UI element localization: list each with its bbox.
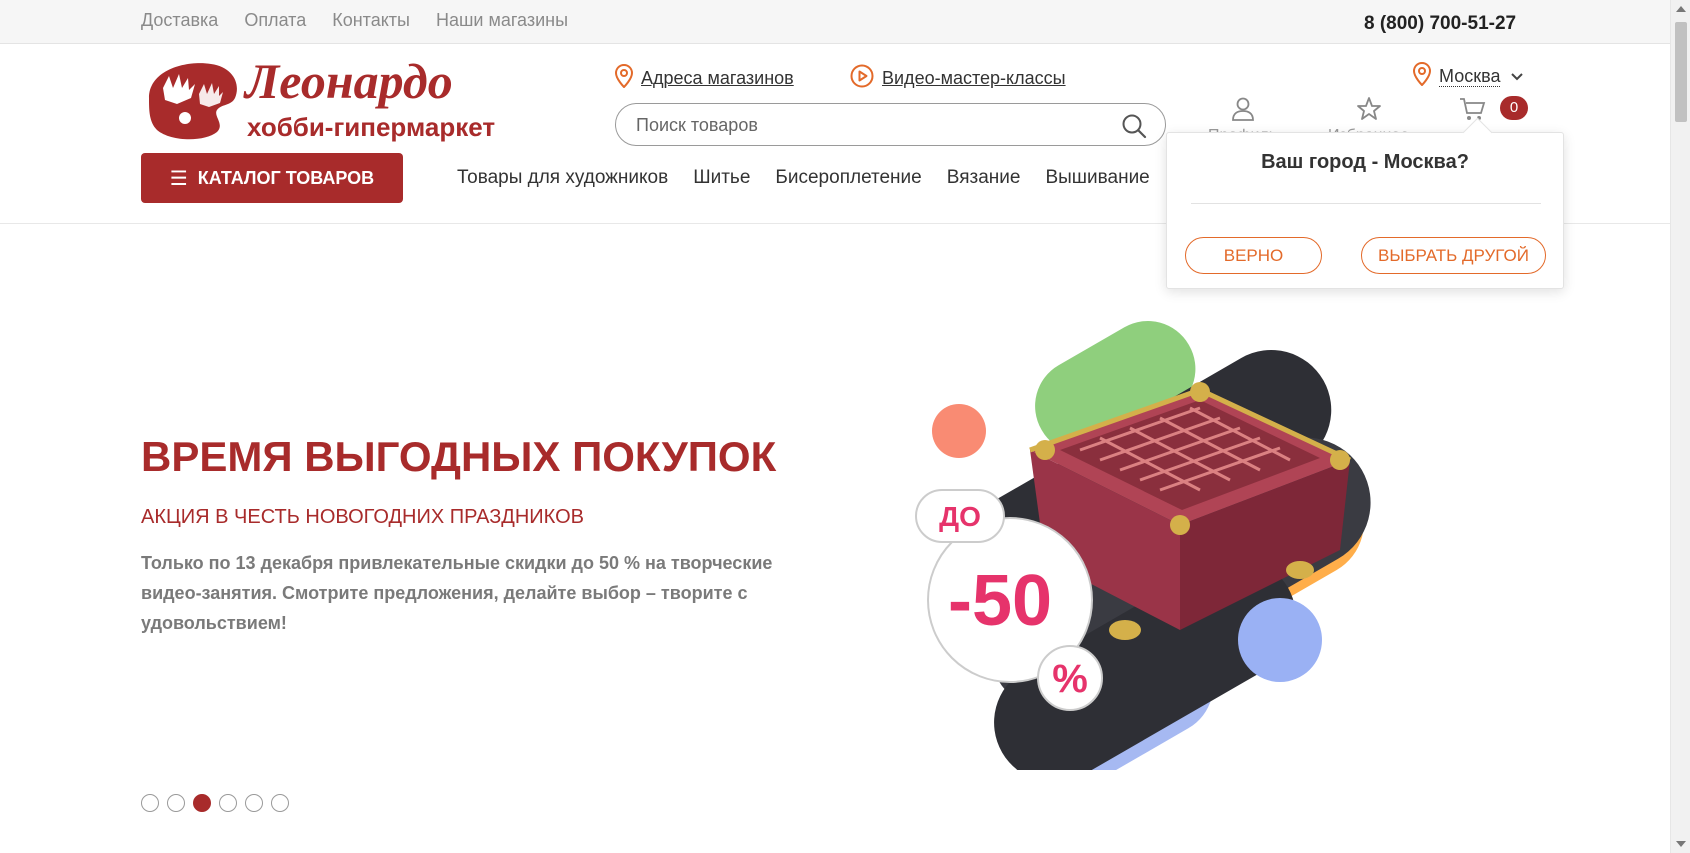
scroll-down-icon[interactable] [1676, 841, 1686, 847]
logo-name: Леонардо [243, 58, 453, 109]
badge-top-text: ДО [939, 501, 981, 532]
hero-subtitle: АКЦИЯ В ЧЕСТЬ НОВОГОДНИХ ПРАЗДНИКОВ [141, 506, 584, 528]
city-selector[interactable]: Москва [1412, 61, 1524, 91]
video-masterclass-label: Видео-мастер-классы [882, 68, 1066, 88]
city-confirm-popup: Ваш город - Москва? ВЕРНО ВЫБРАТЬ ДРУГОЙ [1166, 132, 1564, 289]
city-change-button[interactable]: ВЫБРАТЬ ДРУГОЙ [1361, 237, 1546, 274]
search-box [615, 103, 1166, 146]
search-icon[interactable] [1121, 113, 1147, 144]
play-circle-icon [850, 64, 874, 93]
scrollbar-thumb[interactable] [1675, 22, 1687, 122]
city-question: Ваш город - Москва? [1261, 151, 1469, 173]
logo-tagline: хобби-гипермаркет [247, 112, 495, 142]
nav-item-artists[interactable]: Товары для художников [457, 167, 668, 189]
hero-description: Только по 13 декабря привлекательные ски… [141, 553, 773, 633]
video-masterclass-link[interactable]: Видео-мастер-классы [850, 64, 1066, 93]
top-links: Доставка Оплата Контакты Наши магазины [141, 10, 594, 31]
nav-item-sewing[interactable]: Шитье [693, 167, 750, 189]
hero-title: ВРЕМЯ ВЫГОДНЫХ ПОКУПОК [141, 433, 777, 480]
catalog-label: КАТАЛОГ ТОВАРОВ [197, 167, 375, 188]
chevron-down-icon [1510, 66, 1524, 87]
menu-icon: ☰ [169, 167, 188, 190]
slider-dot[interactable] [271, 794, 289, 812]
logo[interactable]: Леонардо хобби-гипермаркет [141, 53, 573, 144]
slider-dot-active[interactable] [193, 794, 211, 812]
location-pin-icon [614, 63, 634, 93]
popup-divider [1191, 203, 1541, 204]
search-input[interactable] [636, 113, 1106, 137]
nav-item-beading[interactable]: Бисероплетение [775, 167, 921, 189]
nav-item-embroidery[interactable]: Вышивание [1045, 167, 1149, 189]
badge-value-text: -50 [948, 561, 1052, 641]
nav-item-knitting[interactable]: Вязание [947, 167, 1021, 189]
stores-address-label: Адреса магазинов [641, 68, 794, 88]
badge-percent-text: % [1052, 657, 1088, 701]
city-confirm-button[interactable]: ВЕРНО [1185, 237, 1322, 274]
top-bar: Доставка Оплата Контакты Наши магазины 8… [0, 0, 1670, 44]
slider-dot[interactable] [219, 794, 237, 812]
cart-count-badge: 0 [1500, 96, 1528, 120]
logo-palette-icon: Леонардо хобби-гипермаркет [149, 53, 495, 142]
city-name: Москва [1439, 66, 1501, 87]
slider-dot[interactable] [141, 794, 159, 812]
user-icon [1230, 96, 1256, 127]
star-icon [1356, 96, 1382, 127]
city-pin-icon [1412, 61, 1432, 91]
slider-dot[interactable] [167, 794, 185, 812]
main-nav: Товары для художников Шитье Бисероплетен… [457, 160, 1167, 196]
page-scrollbar[interactable] [1670, 0, 1690, 853]
top-link-payment[interactable]: Оплата [244, 10, 306, 31]
promo-image: ДО -50 % [870, 300, 1470, 785]
stores-address-link[interactable]: Адреса магазинов [614, 63, 794, 93]
scroll-up-icon[interactable] [1676, 6, 1686, 12]
top-link-contacts[interactable]: Контакты [332, 10, 410, 31]
slider-dots [141, 794, 289, 812]
top-link-delivery[interactable]: Доставка [141, 10, 218, 31]
slider-dot[interactable] [245, 794, 263, 812]
catalog-button[interactable]: ☰ КАТАЛОГ ТОВАРОВ [141, 153, 403, 203]
top-link-stores[interactable]: Наши магазины [436, 10, 568, 31]
phone-number[interactable]: 8 (800) 700-51-27 [1364, 13, 1516, 35]
